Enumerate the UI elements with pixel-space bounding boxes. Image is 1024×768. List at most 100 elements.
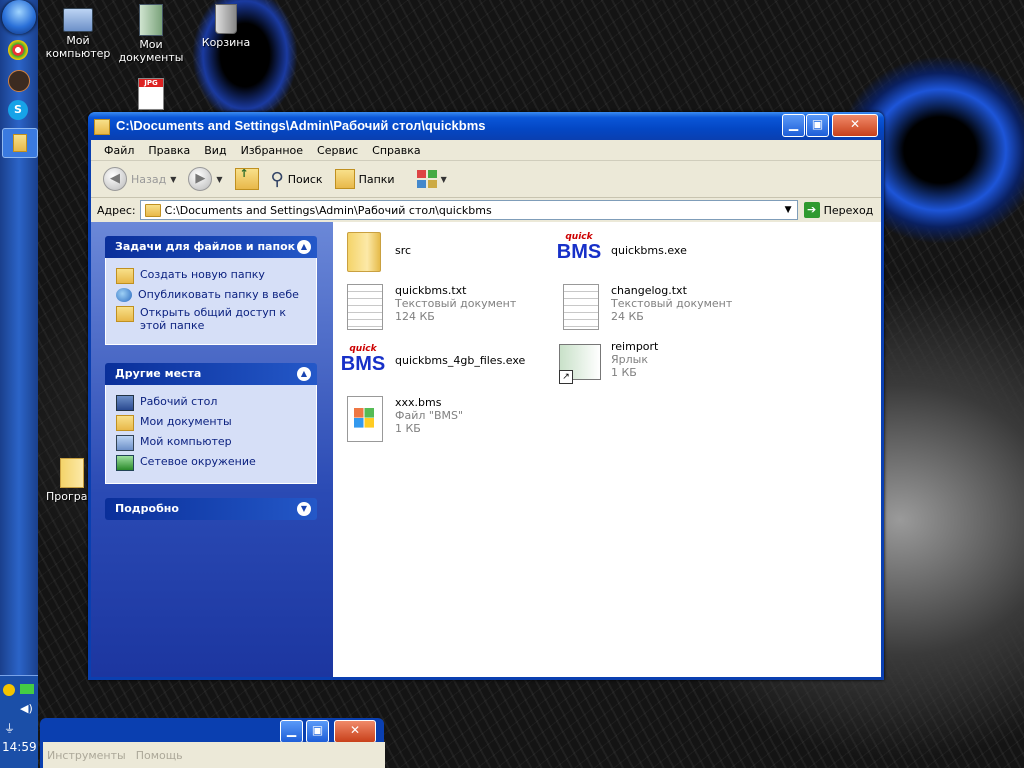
folder-icon — [94, 119, 110, 135]
menu-favorites[interactable]: Избранное — [234, 144, 310, 157]
address-label: Адрес: — [97, 203, 136, 217]
task-label: Создать новую папку — [140, 268, 265, 281]
clock[interactable]: 14:59 — [2, 740, 37, 754]
network-icon[interactable] — [20, 684, 34, 694]
file-name: quickbms.exe — [611, 244, 687, 257]
go-label: Переход — [823, 203, 874, 217]
menu-help[interactable]: Помощь — [136, 749, 183, 762]
jpg-file-icon[interactable]: JPG — [138, 78, 164, 110]
desktop-icon-label: Мой — [66, 34, 90, 47]
desktop-icon-my-documents[interactable]: Мои документы — [113, 4, 189, 64]
shortcut-icon: ↗ — [555, 338, 603, 386]
file-name: changelog.txt — [611, 284, 687, 297]
menu-tools[interactable]: Сервис — [310, 144, 365, 157]
usb-icon[interactable]: ⏚ — [4, 720, 15, 736]
maximize-button[interactable]: ▣ — [306, 720, 329, 743]
menu-file[interactable]: Файл — [97, 144, 141, 157]
taskbar: S ◀) ⏚ 14:59 — [0, 0, 38, 768]
explorer-window: C:\Documents and Settings\Admin\Рабочий … — [88, 112, 884, 680]
menu-help[interactable]: Справка — [365, 144, 427, 157]
desktop-icon-my-computer[interactable]: Мой компьютер — [40, 4, 116, 60]
task-pane: Задачи для файлов и папок ▲ Создать нову… — [91, 222, 333, 677]
menu-view[interactable]: Вид — [197, 144, 233, 157]
task-label: Открыть общий доступ к этой папке — [140, 306, 287, 332]
other-places-header[interactable]: Другие места ▲ — [105, 363, 317, 385]
globe-icon — [116, 288, 132, 302]
views-icon — [416, 170, 437, 188]
file-tasks-header[interactable]: Задачи для файлов и папок ▲ — [105, 236, 317, 258]
place-network[interactable]: Сетевое окружение — [116, 455, 308, 471]
minimize-button[interactable]: ▁ — [280, 720, 303, 743]
chevron-down-icon[interactable]: ▼ — [170, 175, 176, 184]
file-name: reimport — [611, 340, 659, 353]
title-bar[interactable]: C:\Documents and Settings\Admin\Рабочий … — [88, 112, 884, 140]
desktop-icon-recycle-bin[interactable]: Корзина — [188, 4, 264, 49]
file-item-changelog-txt[interactable]: changelog.txt Текстовый документ 24 КБ — [555, 282, 732, 330]
file-name: xxx.bms — [395, 396, 442, 409]
my-computer-icon — [116, 435, 134, 451]
place-label: Сетевое окружение — [140, 455, 256, 468]
expand-icon[interactable]: ▼ — [297, 502, 311, 516]
file-item-xxx-bms[interactable]: xxx.bms Файл "BMS" 1 КБ — [339, 394, 463, 442]
collapse-icon[interactable]: ▲ — [297, 240, 311, 254]
folder-icon — [13, 134, 27, 152]
app-icon[interactable] — [8, 70, 30, 92]
place-desktop[interactable]: Рабочий стол — [116, 395, 308, 411]
file-type: Текстовый документ — [611, 297, 733, 310]
search-button[interactable]: ⚲ Поиск — [267, 165, 327, 193]
file-item-quickbms-exe[interactable]: quick BMS quickbms.exe — [555, 226, 687, 274]
up-folder-icon: ↑ — [234, 167, 259, 190]
task-new-folder[interactable]: Создать новую папку — [116, 268, 308, 284]
text-document-icon — [339, 282, 387, 330]
window-title: C:\Documents and Settings\Admin\Рабочий … — [116, 118, 486, 133]
skype-icon[interactable]: S — [8, 100, 28, 120]
desktop-icon-label: Мои — [139, 38, 163, 51]
file-item-quickbms-4gb[interactable]: quick BMS quickbms_4gb_files.exe — [339, 338, 526, 386]
file-item-reimport[interactable]: ↗ reimport Ярлык 1 КБ — [555, 338, 658, 386]
my-computer-icon — [63, 8, 93, 32]
taskbar-explorer-button[interactable] — [2, 128, 38, 158]
file-item-src[interactable]: src — [339, 226, 411, 274]
new-folder-icon — [116, 268, 134, 284]
windows-file-icon — [339, 394, 387, 442]
folders-button[interactable]: Папки — [331, 165, 399, 193]
forward-button[interactable]: ▶ ▼ — [184, 165, 226, 193]
chrome-icon[interactable] — [8, 40, 28, 60]
menu-bar: Файл Правка Вид Избранное Сервис Справка — [91, 140, 881, 161]
panel-title: Подробно — [115, 502, 179, 515]
menu-tools[interactable]: Инструменты — [47, 749, 126, 762]
menu-edit[interactable]: Правка — [141, 144, 197, 157]
chevron-down-icon[interactable]: ▼ — [780, 201, 797, 219]
task-share-folder[interactable]: Открыть общий доступ к этой папке — [116, 306, 308, 332]
collapse-icon[interactable]: ▲ — [297, 367, 311, 381]
back-label: Назад — [131, 172, 167, 186]
file-name: quickbms_4gb_files.exe — [395, 354, 526, 367]
place-my-documents[interactable]: Мои документы — [116, 415, 308, 431]
back-button[interactable]: ◀ Назад ▼ — [99, 165, 180, 193]
views-button[interactable]: ▼ — [413, 165, 451, 193]
go-button[interactable]: ➔ Переход — [803, 202, 874, 218]
second-window-menu: Инструменты Помощь — [43, 742, 385, 768]
panel-title: Другие места — [115, 367, 202, 380]
warning-icon[interactable] — [3, 684, 15, 696]
file-item-quickbms-txt[interactable]: quickbms.txt Текстовый документ 124 КБ — [339, 282, 516, 330]
desktop-icon — [116, 395, 134, 411]
chevron-down-icon: ▼ — [440, 174, 447, 184]
place-my-computer[interactable]: Мой компьютер — [116, 435, 308, 451]
address-field[interactable]: C:\Documents and Settings\Admin\Рабочий … — [139, 200, 798, 220]
up-folder-button[interactable]: ↑ — [231, 165, 263, 193]
file-tasks-panel: Задачи для файлов и папок ▲ Создать нову… — [105, 236, 317, 345]
close-button[interactable]: ✕ — [832, 114, 878, 137]
bms-app-icon: quick BMS — [339, 338, 387, 386]
go-arrow-icon: ➔ — [803, 202, 820, 218]
volume-icon[interactable]: ◀) — [20, 702, 33, 715]
minimize-button[interactable]: ▁ — [782, 114, 805, 137]
start-button[interactable] — [2, 0, 36, 34]
chevron-down-icon[interactable]: ▼ — [216, 175, 222, 184]
maximize-button[interactable]: ▣ — [806, 114, 829, 137]
details-header[interactable]: Подробно ▼ — [105, 498, 317, 520]
toolbar: ◀ Назад ▼ ▶ ▼ ↑ ⚲ Поиск Папки ▼ — [91, 161, 881, 198]
task-publish-web[interactable]: Опубликовать папку в вебе — [116, 288, 308, 302]
other-places-panel: Другие места ▲ Рабочий стол Мои документ… — [105, 363, 317, 484]
close-button[interactable]: ✕ — [334, 720, 376, 743]
